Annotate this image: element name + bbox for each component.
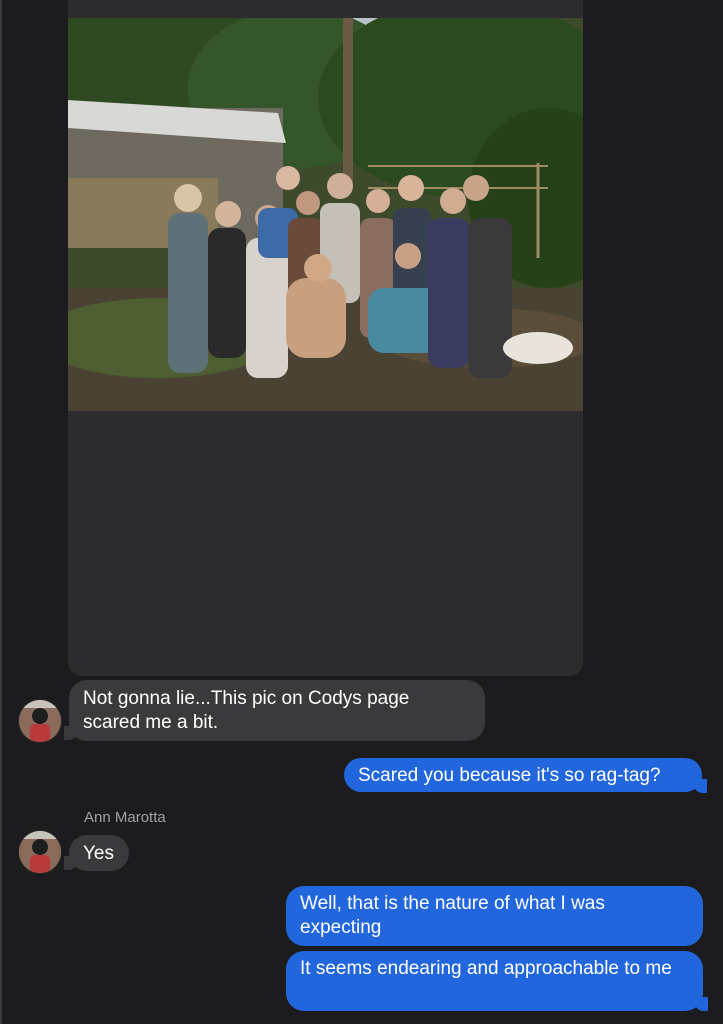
- contact-avatar[interactable]: [19, 831, 61, 873]
- message-text: Well, that is the nature of what I was e…: [300, 893, 605, 938]
- message-text: It seems endearing and approachable to m…: [300, 958, 672, 979]
- message-bubble-incoming[interactable]: Not gonna lie...This pic on Codys page s…: [69, 680, 485, 741]
- message-text: Yes: [83, 843, 114, 864]
- message-bubble-outgoing[interactable]: Scared you because it's so rag-tag?: [344, 758, 702, 792]
- photo-attachment-card[interactable]: [68, 0, 583, 676]
- sender-name: Ann Marotta: [84, 809, 166, 826]
- message-text: Scared you because it's so rag-tag?: [358, 765, 661, 786]
- bubble-tail: [693, 779, 707, 793]
- message-bubble-incoming[interactable]: Yes: [69, 835, 129, 871]
- bubble-tail: [694, 997, 708, 1011]
- message-bubble-outgoing[interactable]: It seems endearing and approachable to m…: [286, 951, 703, 1011]
- group-photo-image[interactable]: [68, 18, 583, 411]
- contact-avatar[interactable]: [19, 700, 61, 742]
- message-text: Not gonna lie...This pic on Codys page s…: [83, 688, 410, 733]
- chat-screen: Not gonna lie...This pic on Codys page s…: [0, 0, 723, 1024]
- left-divider: [0, 0, 2, 1024]
- message-bubble-outgoing[interactable]: Well, that is the nature of what I was e…: [286, 886, 703, 946]
